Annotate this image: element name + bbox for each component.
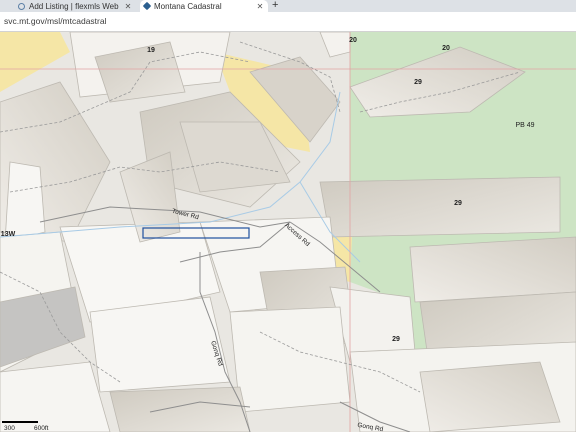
cadastral-logo-icon bbox=[142, 1, 152, 11]
section-label: 29 bbox=[454, 200, 462, 207]
close-icon[interactable]: ✕ bbox=[256, 2, 264, 11]
scale-start-label: 300 bbox=[4, 425, 15, 432]
close-icon[interactable]: ✕ bbox=[124, 2, 132, 11]
tab-add-listing[interactable]: Add Listing | flexmls Web ✕ bbox=[14, 0, 136, 12]
tab-label: Montana Cadastral bbox=[154, 1, 222, 11]
globe-icon bbox=[18, 2, 25, 10]
section-label: 19 bbox=[147, 47, 155, 54]
section-label: PB 49 bbox=[515, 122, 534, 129]
parcels bbox=[0, 32, 576, 432]
section-label: 20 bbox=[349, 37, 357, 44]
tab-montana-cadastral[interactable]: Montana Cadastral ✕ bbox=[140, 0, 268, 12]
tab-strip: Add Listing | flexmls Web ✕ Montana Cada… bbox=[0, 0, 576, 12]
address-bar[interactable]: svc.mt.gov/msl/mtcadastral bbox=[0, 12, 576, 32]
new-tab-icon[interactable]: + bbox=[272, 0, 278, 11]
section-label: 29 bbox=[392, 336, 400, 343]
scale-line bbox=[2, 421, 38, 423]
scale-bar: 300 600ft bbox=[0, 418, 64, 432]
scale-end-label: 600ft bbox=[34, 425, 49, 432]
url-text: svc.mt.gov/msl/mtcadastral bbox=[4, 16, 107, 26]
section-label: 29 bbox=[414, 79, 422, 86]
section-label: 20 bbox=[442, 45, 450, 52]
section-label: 13W bbox=[1, 231, 16, 238]
tab-label: Add Listing | flexmls Web bbox=[29, 1, 119, 11]
cadastral-map[interactable]: 19 20 20 29 PB 49 29 13W 29 Tower Rd Acc… bbox=[0, 32, 576, 432]
